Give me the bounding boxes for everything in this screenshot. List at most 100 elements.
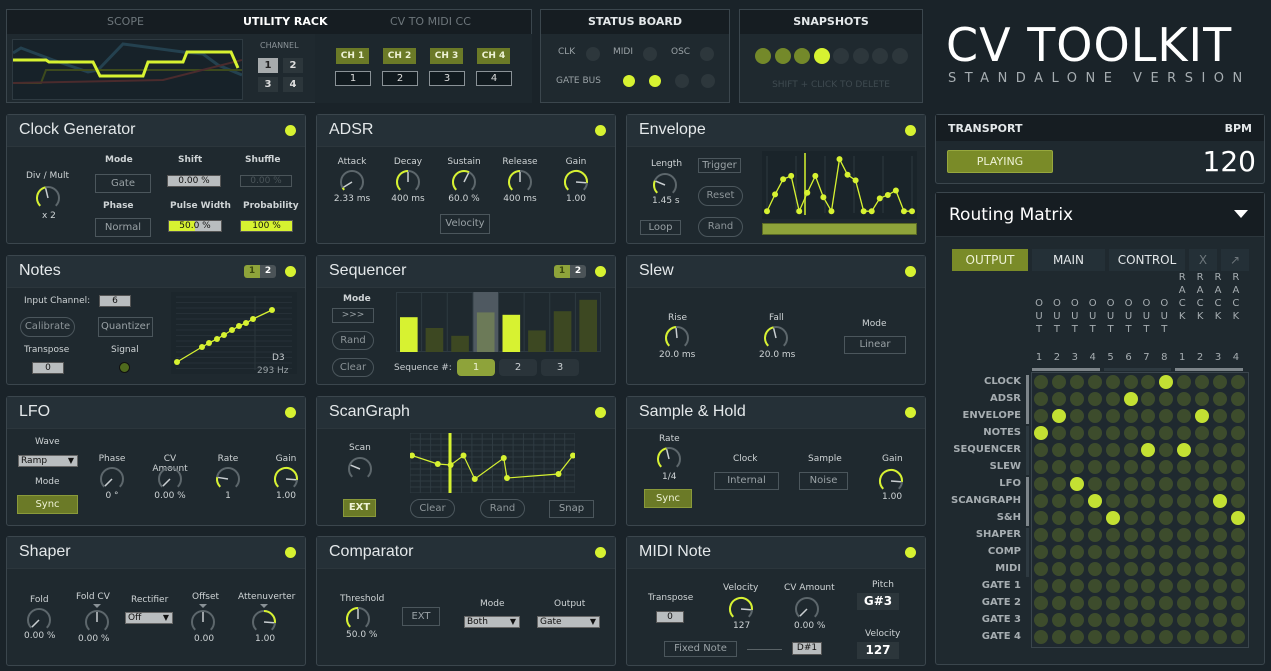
matrix-cell[interactable] [1105,613,1120,627]
matrix-cell[interactable] [1051,426,1066,440]
phase-button[interactable]: Normal [95,218,151,237]
snapshot-slot-2[interactable] [774,48,791,64]
matrix-cell[interactable] [1051,460,1066,474]
matrix-cell[interactable] [1051,528,1066,542]
matrix-cell[interactable] [1087,443,1102,457]
matrix-cell[interactable] [1034,562,1048,576]
matrix-cell[interactable] [1034,511,1048,525]
notes-page-2[interactable]: 2 [260,265,276,278]
matrix-cell[interactable] [1087,562,1102,576]
scan-graph[interactable] [410,433,575,493]
seq-clear-button[interactable]: Clear [332,358,374,377]
sequence-2-button[interactable]: 2 [499,359,537,376]
matrix-cell[interactable] [1213,443,1227,457]
matrix-cell[interactable] [1051,511,1066,525]
matrix-cell[interactable] [1123,613,1138,627]
adsr-decay-knob[interactable] [395,169,421,195]
sequencer-step-bar[interactable] [579,299,597,352]
cc-channel-1-value[interactable]: 1 [335,71,371,86]
snapshot-slot-8[interactable] [891,48,908,64]
matrix-cell[interactable] [1195,460,1210,474]
matrix-cell[interactable] [1123,630,1138,644]
sequencer-step-bar[interactable] [451,335,469,352]
matrix-cell[interactable] [1105,494,1120,508]
matrix-cell[interactable] [1105,545,1120,559]
length-knob[interactable] [652,172,678,198]
matrix-cell[interactable] [1069,528,1084,542]
slew-mode-button[interactable]: Linear [844,336,906,354]
input-channel-field[interactable]: 6 [99,295,131,307]
matrix-cell[interactable] [1123,528,1138,542]
matrix-cell[interactable] [1230,528,1245,542]
scan-point[interactable] [460,452,467,459]
tab-utility-rack[interactable]: UTILITY RACK [243,15,328,28]
matrix-cell[interactable] [1034,375,1048,389]
lfo-sync-button[interactable]: Sync [17,495,78,514]
seq-rand-button[interactable]: Rand [332,331,374,350]
matrix-cell[interactable] [1051,443,1066,457]
adsr-release-knob[interactable] [507,169,533,195]
matrix-cell[interactable] [1034,613,1048,627]
comparator-mode-select[interactable]: Both ▼ [464,616,520,628]
envelope-point[interactable] [796,208,803,215]
sequencer-step-bar[interactable] [502,314,521,352]
matrix-cell[interactable] [1051,562,1066,576]
matrix-cell[interactable] [1069,630,1084,644]
matrix-cell[interactable] [1087,426,1102,440]
matrix-cell[interactable] [1195,409,1210,423]
matrix-cell[interactable] [1051,630,1066,644]
lfo-phase-knob[interactable] [99,466,125,492]
matrix-cell[interactable] [1213,613,1227,627]
matrix-cell[interactable] [1123,545,1138,559]
matrix-cell[interactable] [1087,579,1102,593]
matrix-cell[interactable] [1069,596,1084,610]
sequencer-step-bar[interactable] [400,317,418,352]
calibrate-button[interactable]: Calibrate [20,317,75,337]
quantizer-button[interactable]: Quantizer [98,317,153,337]
scan-point[interactable] [555,471,562,477]
fixed-note-button[interactable]: Fixed Note [664,641,737,657]
scan-rand-button[interactable]: Rand [480,499,525,518]
sh-sync-button[interactable]: Sync [644,489,692,508]
matrix-cell[interactable] [1087,596,1102,610]
fixed-note-value[interactable]: D#1 [792,642,822,655]
matrix-cell[interactable] [1105,375,1120,389]
matrix-cell[interactable] [1051,409,1066,423]
matrix-cell[interactable] [1195,630,1210,644]
matrix-cell[interactable] [1034,528,1048,542]
matrix-cell[interactable] [1105,596,1120,610]
sequencer-step-bar[interactable] [553,311,572,352]
routing-collapse-icon[interactable] [1234,210,1248,218]
matrix-cell[interactable] [1069,392,1084,406]
matrix-cell[interactable] [1195,443,1210,457]
routing-close-button[interactable]: X [1189,249,1217,271]
matrix-cell[interactable] [1213,579,1227,593]
div-mult-knob[interactable] [35,185,61,211]
matrix-cell[interactable] [1069,443,1084,457]
bpm-value[interactable]: 120 [1203,145,1256,178]
matrix-cell[interactable] [1123,375,1138,389]
routing-tab-output[interactable]: OUTPUT [952,249,1028,271]
offset-knob[interactable] [190,609,216,635]
rectifier-select[interactable]: Off ▼ [125,612,173,624]
matrix-cell[interactable] [1213,494,1227,508]
matrix-cell[interactable] [1230,426,1245,440]
matrix-cell[interactable] [1105,460,1120,474]
matrix-cell[interactable] [1034,630,1048,644]
comparator-ext-button[interactable]: EXT [402,607,440,626]
scan-point[interactable] [503,475,510,481]
adsr-attack-knob[interactable] [339,169,365,195]
matrix-cell[interactable] [1123,392,1138,406]
matrix-cell[interactable] [1123,579,1138,593]
mode-button[interactable]: Gate [95,174,151,193]
threshold-knob[interactable] [345,606,371,632]
matrix-cell[interactable] [1230,630,1245,644]
matrix-cell[interactable] [1213,409,1227,423]
sequencer-page-1[interactable]: 1 [554,265,570,278]
matrix-cell[interactable] [1087,545,1102,559]
scan-point[interactable] [434,461,441,467]
matrix-cell[interactable] [1087,613,1102,627]
transpose-field[interactable]: 0 [32,362,64,374]
scan-ext-button[interactable]: EXT [343,499,376,517]
sequence-1-button[interactable]: 1 [457,359,495,376]
